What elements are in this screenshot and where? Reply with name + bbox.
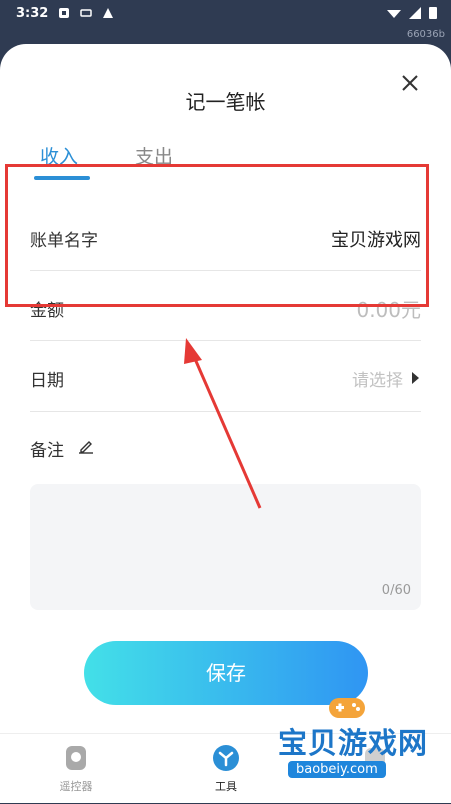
nav-remote[interactable]: 遥控器 <box>31 744 121 794</box>
date-label: 日期 <box>30 371 64 391</box>
watermark-logo: 宝贝游戏网 baobeiy.com <box>272 680 444 790</box>
divider <box>30 340 421 341</box>
nav-remote-label: 遥控器 <box>59 780 93 793</box>
dialog-title: 记一笔帐 <box>185 90 266 114</box>
status-time: 3:32 <box>16 6 49 21</box>
tools-icon <box>213 745 239 771</box>
note-label: 备注 <box>30 441 64 461</box>
warning-icon <box>103 8 113 18</box>
date-row[interactable]: 日期 请选择 <box>30 342 421 412</box>
gamepad-icon <box>329 698 365 718</box>
watermark-url: baobeiy.com <box>288 761 386 778</box>
nav-tools[interactable]: 工具 <box>181 744 271 794</box>
wifi-icon <box>387 9 401 18</box>
status-bar: 3:32 <box>0 0 451 28</box>
pencil-icon <box>79 441 93 454</box>
signal-icon <box>409 6 421 19</box>
build-tag: 66036b <box>406 29 445 40</box>
nav-tools-label: 工具 <box>215 780 237 793</box>
cast-icon <box>80 9 92 17</box>
remote-icon <box>66 746 86 770</box>
close-icon[interactable] <box>399 72 421 94</box>
date-picker[interactable]: 请选择 <box>352 366 403 391</box>
caret-right-icon <box>412 372 419 384</box>
divider <box>30 411 421 412</box>
note-char-counter: 0/60 <box>381 583 411 598</box>
watermark-text: 宝贝游戏网 <box>278 726 429 760</box>
battery-icon <box>429 7 437 19</box>
note-textarea[interactable]: 0/60 <box>30 484 421 610</box>
notification-icon <box>59 8 69 18</box>
highlight-box <box>5 164 429 307</box>
